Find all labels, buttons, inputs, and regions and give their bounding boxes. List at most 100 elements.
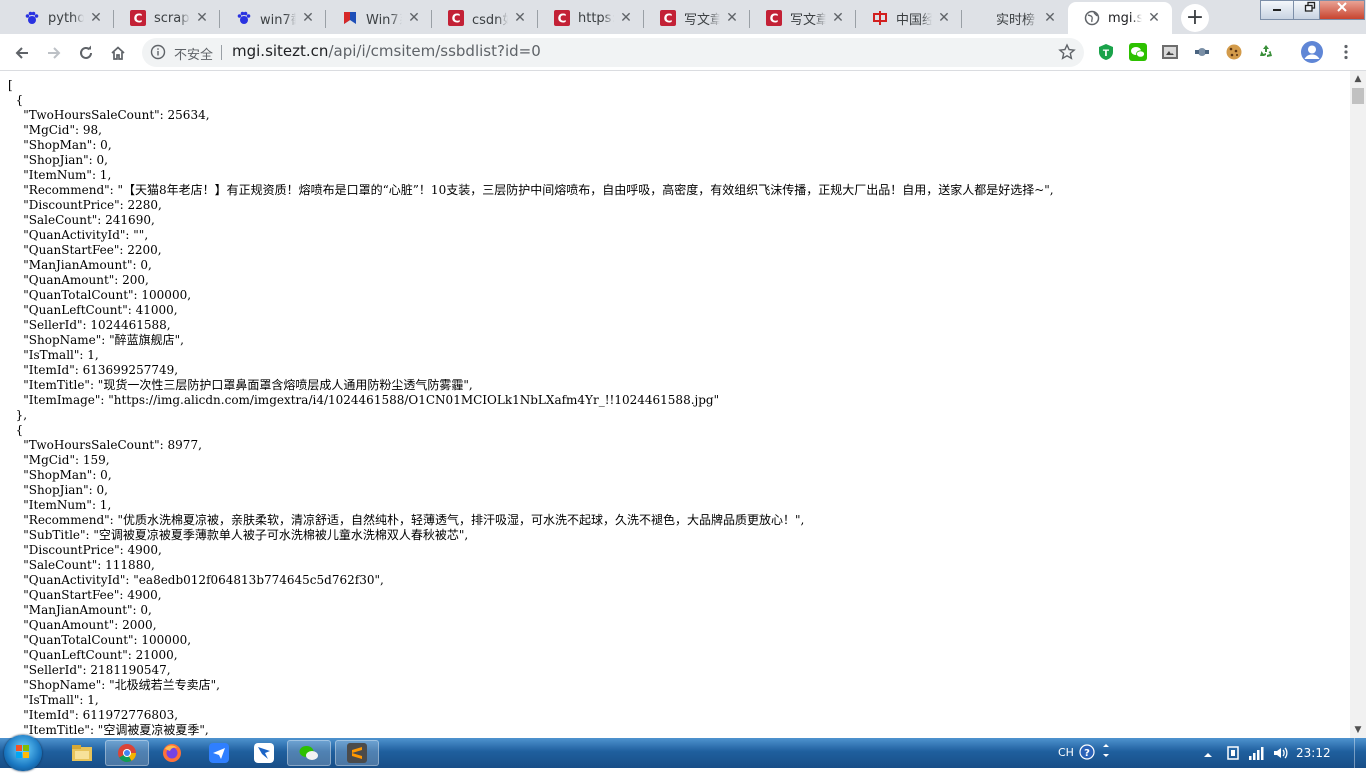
json-line: "QuanAmount": 200,: [8, 273, 149, 287]
tab-title: https:/: [578, 10, 614, 26]
tab-close-icon[interactable]: ✕: [512, 10, 528, 26]
close-window-button[interactable]: [1319, 0, 1365, 20]
tab-close-icon[interactable]: ✕: [300, 10, 316, 26]
tab-title: csdn如: [472, 12, 508, 28]
tab-close-icon[interactable]: ✕: [618, 10, 634, 26]
start-button[interactable]: [4, 735, 42, 771]
info-circle-icon[interactable]: [150, 44, 166, 64]
volume-icon[interactable]: [1272, 745, 1288, 765]
minimize-button[interactable]: [1260, 0, 1294, 20]
menu-button[interactable]: [1336, 42, 1356, 62]
tab-write-article-1[interactable]: C 写文章- ✕: [644, 2, 750, 34]
recycle-extension-icon[interactable]: [1256, 42, 1276, 62]
json-line: "ItemNum": 1,: [8, 498, 112, 512]
tab-close-icon[interactable]: ✕: [406, 10, 422, 26]
taskbar-clock[interactable]: 23:12: [1296, 746, 1331, 760]
tab-close-icon[interactable]: ✕: [1146, 10, 1162, 26]
tab-csdn-how[interactable]: C csdn如 ✕: [432, 2, 538, 34]
tab-title: scrapy: [154, 10, 190, 26]
forward-button[interactable]: [40, 39, 68, 67]
person-icon: [1301, 41, 1323, 63]
tab-realtime-rank[interactable]: 实时榜 ✕: [962, 2, 1068, 34]
url-text[interactable]: mgi.sitezt.cn/api/i/cmsitem/ssbdlist?id=…: [232, 42, 541, 60]
json-line: "TwoHoursSaleCount": 25634,: [8, 108, 210, 122]
json-line: "MgCid": 159,: [8, 453, 110, 467]
json-line: "Recommend": "优质水洗棉夏凉被，亲肤柔软，清凉舒适，自然纯朴，轻薄…: [8, 513, 805, 527]
taskbar-chrome[interactable]: [105, 740, 149, 766]
taskbar-feishu[interactable]: [197, 740, 241, 766]
svg-text:C: C: [452, 12, 461, 26]
tab-python[interactable]: python ✕: [8, 2, 114, 34]
json-line: "QuanTotalCount": 100000,: [8, 288, 192, 302]
bookmark-star-icon[interactable]: [1058, 43, 1076, 65]
csdn-icon: C: [130, 10, 146, 26]
tab-scrapy[interactable]: C scrapy ✕: [114, 2, 220, 34]
json-line: "ShopJian": 0,: [8, 483, 108, 497]
json-line: "ItemTitle": "现货一次性三层防护口罩鼻面罩含熔喷层成人通用防粉尘透…: [8, 378, 473, 392]
json-line: "ItemId": 611972776803,: [8, 708, 179, 722]
tray-expand-arrow-icon[interactable]: [1203, 746, 1213, 765]
json-line: },: [8, 408, 28, 422]
json-line: "ItemImage": "https://img.alicdn.com/img…: [8, 393, 720, 407]
json-line: "QuanActivityId": "ea8edb012f064813b7746…: [8, 573, 384, 587]
svg-text:?: ?: [1084, 748, 1090, 759]
json-line: "ItemTitle": "空调被夏凉被夏季",: [8, 723, 209, 737]
tab-https[interactable]: C https:/ ✕: [538, 2, 644, 34]
tab-close-icon[interactable]: ✕: [724, 10, 740, 26]
tab-mgi-active[interactable]: mgi.sit ✕: [1068, 2, 1172, 34]
tab-close-icon[interactable]: ✕: [936, 10, 952, 26]
scroll-down-arrow-icon[interactable]: ▼: [1350, 722, 1366, 738]
taskbar-explorer[interactable]: [60, 740, 104, 766]
scroll-up-arrow-icon[interactable]: ▲: [1350, 71, 1366, 87]
tab-china-economy[interactable]: 中国经 ✕: [856, 2, 962, 34]
vertical-scrollbar[interactable]: ▲ ▼: [1350, 71, 1366, 738]
json-line: "DiscountPrice": 2280,: [8, 198, 162, 212]
tab-win7-screenshot[interactable]: win7截 ✕: [220, 2, 326, 34]
screenshot-extension-icon[interactable]: [1160, 42, 1180, 62]
help-icon[interactable]: ?: [1079, 744, 1095, 764]
ime-options-icon[interactable]: [1101, 742, 1111, 766]
address-bar[interactable]: 不安全 mgi.sitezt.cn/api/i/cmsitem/ssbdlist…: [142, 38, 1084, 67]
profile-avatar[interactable]: [1300, 40, 1324, 64]
taskbar-sublime[interactable]: [335, 740, 379, 766]
arrow-left-icon: [15, 47, 28, 59]
tab-close-icon[interactable]: ✕: [1042, 10, 1058, 26]
network-signal-icon[interactable]: [1248, 745, 1264, 765]
json-line: "ShopName": "北极绒若兰专卖店",: [8, 678, 220, 692]
satellite-extension-icon[interactable]: [1192, 42, 1212, 62]
more-vertical-icon: [1344, 44, 1348, 60]
tab-close-icon[interactable]: ✕: [830, 10, 846, 26]
device-tray-icon[interactable]: [1226, 745, 1240, 765]
wechat-extension-icon[interactable]: [1128, 42, 1148, 62]
json-line: "ShopMan": 0,: [8, 468, 112, 482]
new-tab-button[interactable]: +: [1181, 4, 1209, 32]
firefox-icon: [163, 744, 181, 762]
tab-title: 中国经: [896, 12, 932, 28]
globe-icon: [1084, 10, 1100, 26]
tab-close-icon[interactable]: ✕: [194, 10, 210, 26]
back-button[interactable]: [8, 39, 36, 67]
folder-icon: [72, 745, 92, 761]
paw-icon: [24, 10, 40, 26]
csdn-icon: C: [554, 10, 570, 26]
input-language[interactable]: CH: [1058, 746, 1074, 759]
csdn-icon: C: [660, 10, 676, 26]
taskbar-dingtalk[interactable]: [242, 740, 286, 766]
show-desktop-button[interactable]: [1354, 738, 1366, 768]
reload-button[interactable]: [72, 39, 100, 67]
cookie-extension-icon[interactable]: [1224, 42, 1244, 62]
json-line: "ShopJian": 0,: [8, 153, 108, 167]
tab-win7-system[interactable]: Win7系 ✕: [326, 2, 432, 34]
shield-extension-icon[interactable]: T: [1096, 42, 1116, 62]
scrollbar-thumb[interactable]: [1352, 88, 1364, 104]
security-status[interactable]: 不安全: [174, 44, 213, 63]
svg-text:C: C: [664, 12, 673, 26]
tab-write-article-2[interactable]: C 写文章 ✕: [750, 2, 856, 34]
tab-title: python: [48, 10, 84, 26]
taskbar-wechat[interactable]: [287, 740, 331, 766]
browser-toolbar: 不安全 mgi.sitezt.cn/api/i/cmsitem/ssbdlist…: [0, 34, 1366, 71]
url-path: /api/i/cmsitem/ssbdlist?id=0: [328, 42, 541, 60]
tab-close-icon[interactable]: ✕: [88, 10, 104, 26]
home-button[interactable]: [104, 39, 132, 67]
taskbar-firefox[interactable]: [150, 740, 194, 766]
